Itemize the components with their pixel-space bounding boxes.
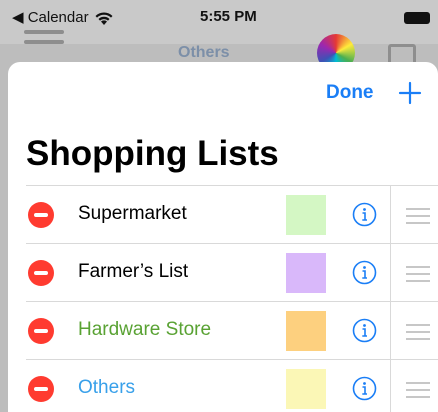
menu-icon xyxy=(24,30,64,50)
delete-button[interactable] xyxy=(28,318,54,344)
divider xyxy=(390,302,391,360)
reorder-handle-icon[interactable] xyxy=(406,324,430,345)
list-name: Farmer’s List xyxy=(78,261,189,282)
info-icon[interactable] xyxy=(352,376,377,401)
info-icon[interactable] xyxy=(352,202,377,227)
color-swatch[interactable] xyxy=(286,195,326,235)
shopping-lists-sheet: Done Shopping Lists Supermarket Farmer’s… xyxy=(8,62,438,412)
list-name: Others xyxy=(78,377,136,398)
color-swatch[interactable] xyxy=(286,253,326,293)
info-icon[interactable] xyxy=(352,260,377,285)
list-item[interactable]: Supermarket xyxy=(26,185,438,244)
list-name: Supermarket xyxy=(78,203,187,224)
status-time: 5:55 PM xyxy=(200,8,257,25)
wifi-icon xyxy=(95,12,113,25)
reorder-handle-icon[interactable] xyxy=(406,208,430,229)
delete-button[interactable] xyxy=(28,376,54,402)
info-icon[interactable] xyxy=(352,318,377,343)
divider xyxy=(390,244,391,302)
done-button[interactable]: Done xyxy=(326,82,374,104)
divider xyxy=(390,360,391,412)
delete-button[interactable] xyxy=(28,202,54,228)
list-name: Hardware Store xyxy=(78,319,212,340)
back-to-calendar-link[interactable]: ◀ Calendar xyxy=(12,8,89,26)
background-title: Others xyxy=(178,44,230,61)
reorder-handle-icon[interactable] xyxy=(406,266,430,287)
add-list-button[interactable] xyxy=(398,81,422,105)
reorder-handle-icon[interactable] xyxy=(406,382,430,403)
list-item[interactable]: Farmer’s List xyxy=(26,243,438,302)
delete-button[interactable] xyxy=(28,260,54,286)
list-item[interactable]: Hardware Store xyxy=(26,301,438,360)
list-item[interactable]: Others xyxy=(26,359,438,412)
battery-icon xyxy=(404,12,430,24)
status-bar: ◀ Calendar 5:55 PM xyxy=(0,0,438,44)
color-swatch[interactable] xyxy=(286,311,326,351)
shopping-list: Supermarket Farmer’s List Hardware Store… xyxy=(26,185,438,412)
divider xyxy=(390,186,391,244)
color-swatch[interactable] xyxy=(286,369,326,409)
page-title: Shopping Lists xyxy=(26,134,279,173)
